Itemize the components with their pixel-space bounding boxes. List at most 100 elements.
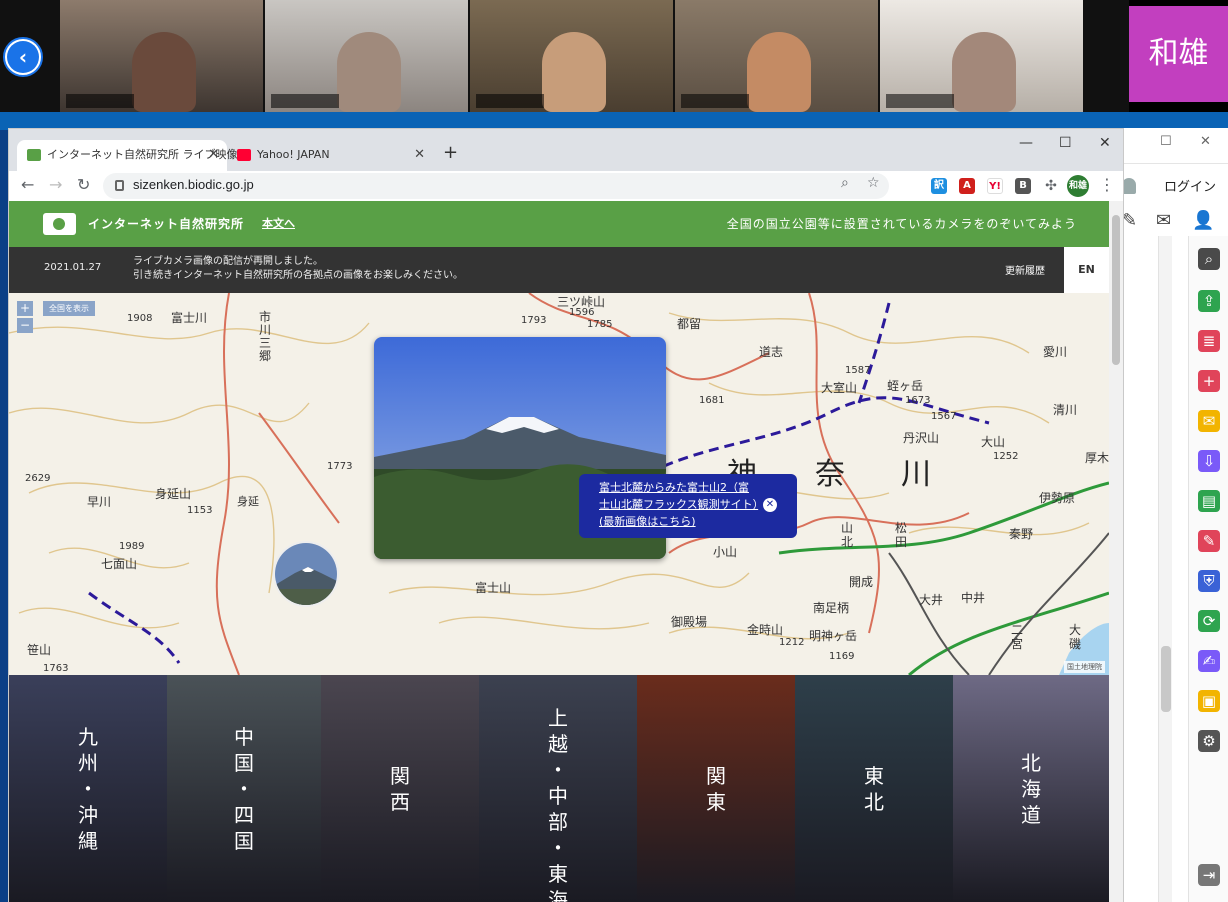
region-tile[interactable]: 関 東 — [637, 675, 795, 902]
organize-icon[interactable]: ≣ — [1198, 330, 1220, 352]
puzzle-icon[interactable]: ✣ — [1043, 178, 1059, 194]
page-scrollbar[interactable] — [1109, 201, 1123, 902]
lock-icon — [115, 180, 124, 191]
export-pdf-icon[interactable]: ⇪ — [1198, 290, 1220, 312]
zoom-lens-icon[interactable]: ⌕ — [841, 175, 849, 191]
map-label: 1773 — [327, 461, 353, 472]
back-icon[interactable]: ← — [21, 175, 34, 194]
map-label: 明神ヶ岳 — [809, 629, 858, 643]
region-label: 中 国 ・ 四 国 — [234, 725, 254, 853]
mail-icon[interactable]: ✉ — [1156, 210, 1171, 231]
region-label: 北 海 道 — [1021, 751, 1041, 827]
map-label: 蛭ヶ岳 — [887, 379, 924, 393]
camera-marker[interactable] — [273, 541, 339, 607]
pdf-scrollbar[interactable] — [1158, 236, 1172, 902]
zoom-icon[interactable]: ⌕ — [1198, 248, 1220, 270]
map[interactable]: 富士川 1908 市川三郷 1793 1596 1785 三ツ峠山 都留 道志 … — [9, 293, 1109, 675]
zoom-gallery: 和雄 ‹ — [0, 0, 1228, 118]
new-tab-button[interactable]: + — [443, 142, 458, 163]
add-user-icon[interactable]: 👤 — [1192, 210, 1214, 231]
map-label: 1587 — [845, 365, 871, 376]
minimize-icon[interactable]: — — [1019, 135, 1033, 151]
window-titlebar: ☐ ✕ — [1116, 128, 1228, 164]
map-label: 早川 — [87, 495, 112, 509]
popup-link[interactable]: 富士北麓からみた富士山2（富士山北麓フラックス観測サイト）(最新画像はこちら) — [599, 481, 758, 528]
scroll-thumb[interactable] — [1161, 646, 1171, 712]
english-button[interactable]: EN — [1064, 247, 1109, 293]
tab-yahoo[interactable]: Yahoo! JAPAN ✕ — [227, 140, 433, 171]
map-label: 都留 — [677, 317, 702, 331]
participant-tile[interactable] — [265, 0, 468, 112]
map-label: 秦野 — [1009, 527, 1034, 541]
create-pdf-icon[interactable]: + — [1198, 370, 1220, 392]
map-label: 厚木 — [1085, 451, 1109, 465]
address-bar[interactable]: sizenken.biodic.go.jp ⌕ ☆ — [103, 173, 889, 199]
star-icon[interactable]: ☆ — [867, 175, 880, 191]
compress-icon[interactable]: ▤ — [1198, 490, 1220, 512]
map-credit: 国土地理院 — [1064, 661, 1105, 673]
map-label: 1681 — [699, 395, 725, 406]
send-icon[interactable]: ⟳ — [1198, 610, 1220, 632]
participant-tile[interactable]: 和雄 — [1129, 0, 1228, 112]
combine-icon[interactable]: ⇩ — [1198, 450, 1220, 472]
close-window-icon[interactable]: ✕ — [1099, 135, 1111, 151]
menu-icon[interactable]: ⋮ — [1099, 175, 1115, 194]
region-tile[interactable]: 上 越 ・ 中 部 ・ 東 海 — [479, 675, 637, 902]
b-ext-icon[interactable]: B — [1015, 178, 1031, 194]
scroll-thumb[interactable] — [1112, 215, 1120, 365]
update-history-link[interactable]: 更新履歴 — [1005, 262, 1045, 277]
map-label: 小山 — [713, 545, 738, 559]
site-title[interactable]: インターネット自然研究所 — [88, 215, 244, 232]
bell-icon[interactable] — [1122, 178, 1136, 194]
yahoo-ext-icon[interactable]: Y! — [987, 178, 1003, 194]
camera-info-popup[interactable]: 富士北麓からみた富士山2（富士山北麓フラックス観測サイト）(最新画像はこちら) … — [579, 474, 797, 538]
region-tile[interactable]: 関 西 — [321, 675, 479, 902]
fill-sign-icon[interactable]: ✎ — [1198, 530, 1220, 552]
skip-to-content-link[interactable]: 本文へ — [262, 215, 295, 231]
reload-icon[interactable]: ↻ — [77, 175, 90, 194]
close-icon[interactable]: ✕ — [1200, 134, 1211, 149]
tab-close-icon[interactable]: ✕ — [414, 140, 425, 170]
tab-close-icon[interactable]: ✕ — [208, 140, 219, 170]
login-link[interactable]: ログイン — [1164, 176, 1216, 195]
map-label: 笹山 — [27, 643, 52, 657]
stamp-icon[interactable]: ▣ — [1198, 690, 1220, 712]
map-label: 道志 — [759, 345, 784, 359]
tab-strip: インターネット自然研究所 ライブ映像 ✕ Yahoo! JAPAN ✕ + — … — [9, 129, 1123, 171]
participant-tile[interactable] — [675, 0, 878, 112]
comment-icon[interactable]: ✉ — [1198, 410, 1220, 432]
participant-tile[interactable] — [470, 0, 673, 112]
collapse-panel-icon[interactable]: ⇥ — [1198, 864, 1220, 886]
map-label: 1252 — [993, 451, 1019, 462]
camera-logo-icon[interactable] — [43, 213, 76, 235]
participant-tile[interactable] — [880, 0, 1083, 112]
participant-tile[interactable] — [60, 0, 263, 112]
region-tile[interactable]: 北 海 道 — [953, 675, 1109, 902]
pen-icon[interactable]: ✎ — [1122, 210, 1137, 231]
region-tile[interactable]: 中 国 ・ 四 国 — [167, 675, 321, 902]
acrobat-ext-icon[interactable]: A — [959, 178, 975, 194]
tools-icon[interactable]: ⚙ — [1198, 730, 1220, 752]
map-label: 山北 — [841, 521, 854, 549]
zoom-in-button[interactable]: + — [17, 301, 33, 316]
map-label: 2629 — [25, 473, 51, 484]
translate-ext-icon[interactable]: 訳 — [931, 178, 947, 194]
close-popup-icon[interactable]: ✕ — [763, 498, 777, 512]
tab-sizenken[interactable]: インターネット自然研究所 ライブ映像 ✕ — [17, 140, 238, 171]
zoom-out-button[interactable]: − — [17, 318, 33, 333]
forward-icon[interactable]: → — [49, 175, 62, 194]
map-label: 大室山 — [821, 381, 858, 395]
profile-avatar[interactable]: 和雄 — [1067, 175, 1089, 197]
show-all-button[interactable]: 全国を表示 — [43, 301, 95, 316]
maximize-icon[interactable]: ☐ — [1059, 135, 1072, 151]
sign-icon[interactable]: ✍ — [1198, 650, 1220, 672]
restore-icon[interactable]: ☐ — [1160, 134, 1172, 149]
region-tile[interactable]: 九 州 ・ 沖 縄 — [9, 675, 167, 902]
protect-icon[interactable]: ⛨ — [1198, 570, 1220, 592]
url-text[interactable]: sizenken.biodic.go.jp — [133, 177, 254, 192]
region-tile[interactable]: 東 北 — [795, 675, 953, 902]
gallery-prev-button[interactable]: ‹ — [3, 37, 43, 77]
map-label: 1153 — [187, 505, 213, 516]
participant-name — [476, 94, 544, 108]
participant-name — [681, 94, 749, 108]
